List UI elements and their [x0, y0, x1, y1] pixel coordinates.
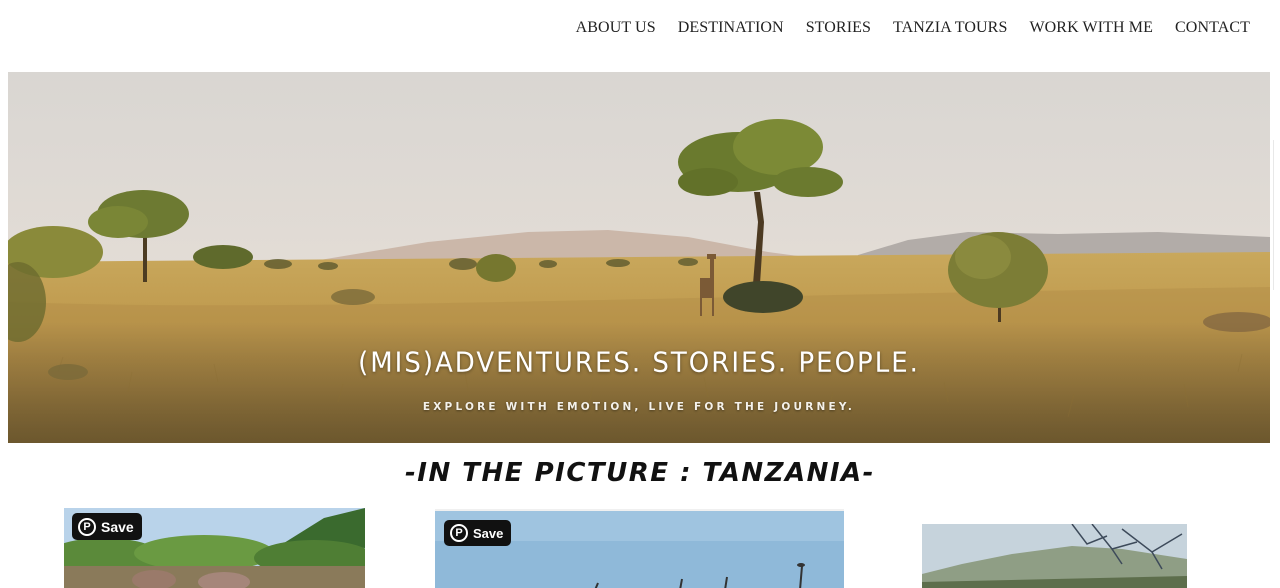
- nav-stories[interactable]: STORIES: [806, 19, 871, 37]
- pinterest-icon: P: [450, 524, 468, 542]
- photo-card-3[interactable]: [922, 524, 1187, 588]
- save-label: Save: [101, 518, 134, 535]
- hero-subtitle: EXPLORE WITH EMOTION, LIVE FOR THE JOURN…: [422, 401, 856, 413]
- nav-destination[interactable]: DESTINATION: [678, 19, 784, 37]
- section-title: -IN THE PICTURE : TANZANIA-: [405, 458, 875, 488]
- top-navigation: ABOUT US DESTINATION STORIES TANZIA TOUR…: [0, 0, 1280, 72]
- save-label: Save: [473, 525, 504, 541]
- scrollbar-thumb[interactable]: [1273, 140, 1274, 290]
- photo-card-1[interactable]: P Save: [64, 508, 365, 588]
- savanna-hero-image: [8, 72, 1270, 443]
- nav-about-us[interactable]: ABOUT US: [576, 19, 656, 37]
- nav-tanzia-tours[interactable]: TANZIA TOURS: [893, 19, 1007, 37]
- hero-title: (MIS)ADVENTURES. STORIES. PEOPLE.: [358, 347, 920, 379]
- nav-contact[interactable]: CONTACT: [1175, 19, 1250, 37]
- save-button[interactable]: P Save: [444, 520, 512, 546]
- scrollbar-track[interactable]: [1270, 72, 1280, 588]
- pinterest-icon: P: [78, 517, 96, 536]
- hero-banner: (MIS)ADVENTURES. STORIES. PEOPLE. EXPLOR…: [8, 72, 1270, 443]
- nav-menu: ABOUT US DESTINATION STORIES TANZIA TOUR…: [554, 19, 1250, 37]
- photo-card-2[interactable]: P Save: [435, 509, 844, 588]
- photo-hills-branches: [922, 524, 1187, 588]
- save-button[interactable]: P Save: [72, 513, 142, 540]
- nav-work-with-me[interactable]: WORK WITH ME: [1029, 19, 1153, 37]
